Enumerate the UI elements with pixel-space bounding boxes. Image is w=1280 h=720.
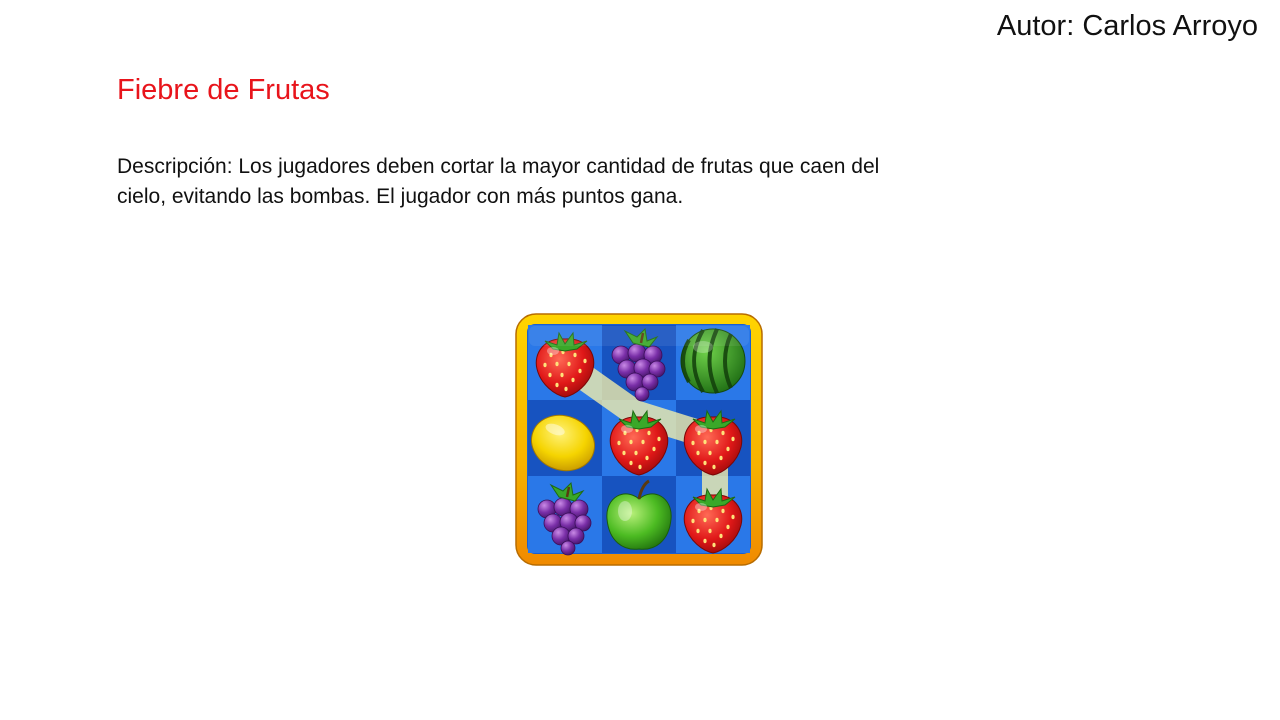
description-text: Descripción: Los jugadores deben cortar …: [117, 155, 880, 208]
author-label: Autor: Carlos Arroyo: [996, 10, 1258, 42]
slide-title: Fiebre de Frutas: [117, 74, 330, 106]
slide: Autor: Carlos Arroyo Fiebre de Frutas De…: [0, 0, 1280, 720]
fruit-game-icon: [515, 313, 763, 566]
